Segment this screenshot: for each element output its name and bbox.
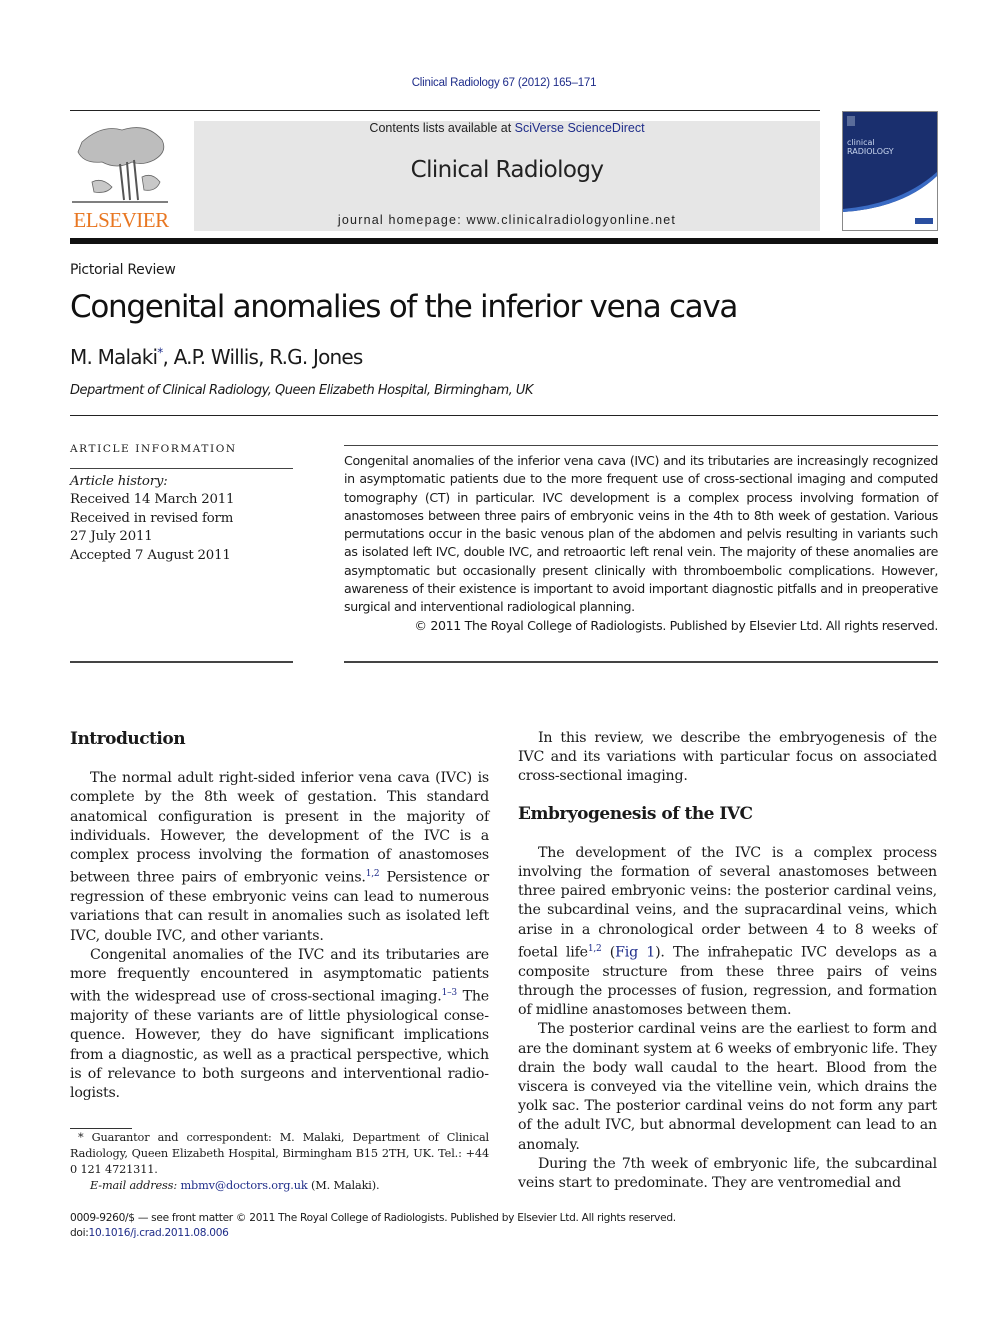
contents-line: Contents lists available at SciVerse Sci… — [194, 121, 820, 135]
doi-line: doi:10.1016/j.crad.2011.08.006 — [70, 1227, 229, 1239]
article-info-heading: ARTICLE INFORMATION — [70, 443, 237, 455]
author-name[interactable]: R.G. Jones — [269, 345, 363, 369]
body-column-left: Introduction The normal adult right-side… — [70, 729, 490, 1103]
abstract-bottom-rule — [344, 661, 938, 663]
footnote-rule — [70, 1128, 132, 1129]
author-affiliation: Department of Clinical Radiology, Queen … — [70, 383, 533, 398]
section-heading-embryogenesis: Embryogenesis of the IVC — [518, 803, 753, 824]
issn-line: 0009-9260/$ — see front matter © 2011 Th… — [70, 1212, 676, 1224]
header-thick-divider — [70, 238, 938, 244]
author-separator: , — [258, 345, 270, 369]
doi-link[interactable]: 10.1016/j.crad.2011.08.006 — [89, 1227, 229, 1239]
journal-homepage: journal homepage: www.clinicalradiologyo… — [194, 213, 820, 227]
section-heading-introduction: Introduction — [70, 729, 186, 749]
history-entry: Received in revised form — [70, 510, 234, 526]
sciencedirect-link[interactable]: SciVerse ScienceDirect — [515, 121, 645, 135]
article-type: Pictorial Review — [70, 262, 176, 278]
journal-masthead: Contents lists available at SciVerse Sci… — [194, 121, 820, 231]
body-column-right: In this review, we describe the embryoge… — [518, 729, 937, 1193]
footnote-text: Guarantor and correspondent: M. Malaki, … — [70, 1131, 489, 1176]
article-history-label: Article history: — [70, 474, 168, 489]
abstract: Congenital anomalies of the inferior ven… — [344, 452, 938, 635]
body-paragraph: The posterior cardinal veins are the ear… — [518, 1021, 937, 1153]
elsevier-logo[interactable]: ELSEVIER — [68, 120, 174, 232]
body-paragraph: In this review, we describe the embryoge… — [518, 730, 937, 785]
article-history: Article history: Received 14 March 2011 … — [70, 473, 234, 565]
footnote: * Guarantor and correspondent: M. Malaki… — [70, 1131, 489, 1192]
svg-text:RADIOLOGY: RADIOLOGY — [847, 147, 894, 156]
history-entry: Accepted 7 August 2011 — [70, 547, 231, 563]
svg-text:clinical: clinical — [847, 138, 875, 147]
article-info-bottom-rule — [70, 661, 293, 663]
title-divider — [70, 415, 938, 416]
article-title: Congenital anomalies of the inferior ven… — [70, 289, 738, 325]
contents-prefix: Contents lists available at — [369, 121, 515, 135]
abstract-copyright: © 2011 The Royal College of Radiologists… — [414, 617, 938, 633]
journal-reference[interactable]: Clinical Radiology 67 (2012) 165–171 — [0, 77, 992, 89]
top-divider — [70, 110, 820, 111]
author-name[interactable]: M. Malaki — [70, 345, 158, 369]
journal-cover-thumbnail[interactable]: clinical RADIOLOGY — [842, 111, 938, 231]
citation-link[interactable]: 1,2 — [366, 869, 380, 879]
abstract-top-rule — [344, 445, 938, 446]
body-paragraph: The normal adult right-sided inferior ve… — [70, 770, 490, 944]
history-entry: Received 14 March 2011 — [70, 492, 235, 508]
history-entry: 27 July 2011 — [70, 529, 153, 545]
email-label: E-mail address: — [90, 1179, 177, 1192]
email-link[interactable]: mbmv@doctors.org.uk — [180, 1179, 307, 1192]
citation-link[interactable]: 1–3 — [442, 988, 458, 998]
author-name[interactable]: A.P. Willis — [174, 345, 259, 369]
body-paragraph: Congenital anomalies of the IVC and its … — [70, 946, 490, 1101]
journal-cover-image: clinical RADIOLOGY — [843, 112, 937, 230]
publication-info: 0009-9260/$ — see front matter © 2011 Th… — [70, 1211, 676, 1241]
journal-title: Clinical Radiology — [410, 157, 604, 183]
homepage-label: journal homepage: — [337, 213, 467, 227]
figure-link[interactable]: Fig 1 — [615, 945, 655, 961]
author-list: M. Malaki*, A.P. Willis, R.G. Jones — [70, 345, 363, 369]
body-paragraph: During the 7th week of embryonic life, t… — [518, 1155, 937, 1191]
elsevier-wordmark: ELSEVIER — [73, 208, 169, 232]
author-separator: , — [162, 345, 174, 369]
abstract-text: Congenital anomalies of the inferior ven… — [344, 453, 938, 615]
body-paragraph: The development of the IVC is a complex … — [518, 844, 937, 1019]
article-info-top-rule — [70, 468, 293, 469]
citation-link[interactable]: 1,2 — [588, 944, 602, 954]
elsevier-tree-icon — [72, 127, 168, 203]
homepage-url[interactable]: www.clinicalradiologyonline.net — [467, 213, 677, 227]
